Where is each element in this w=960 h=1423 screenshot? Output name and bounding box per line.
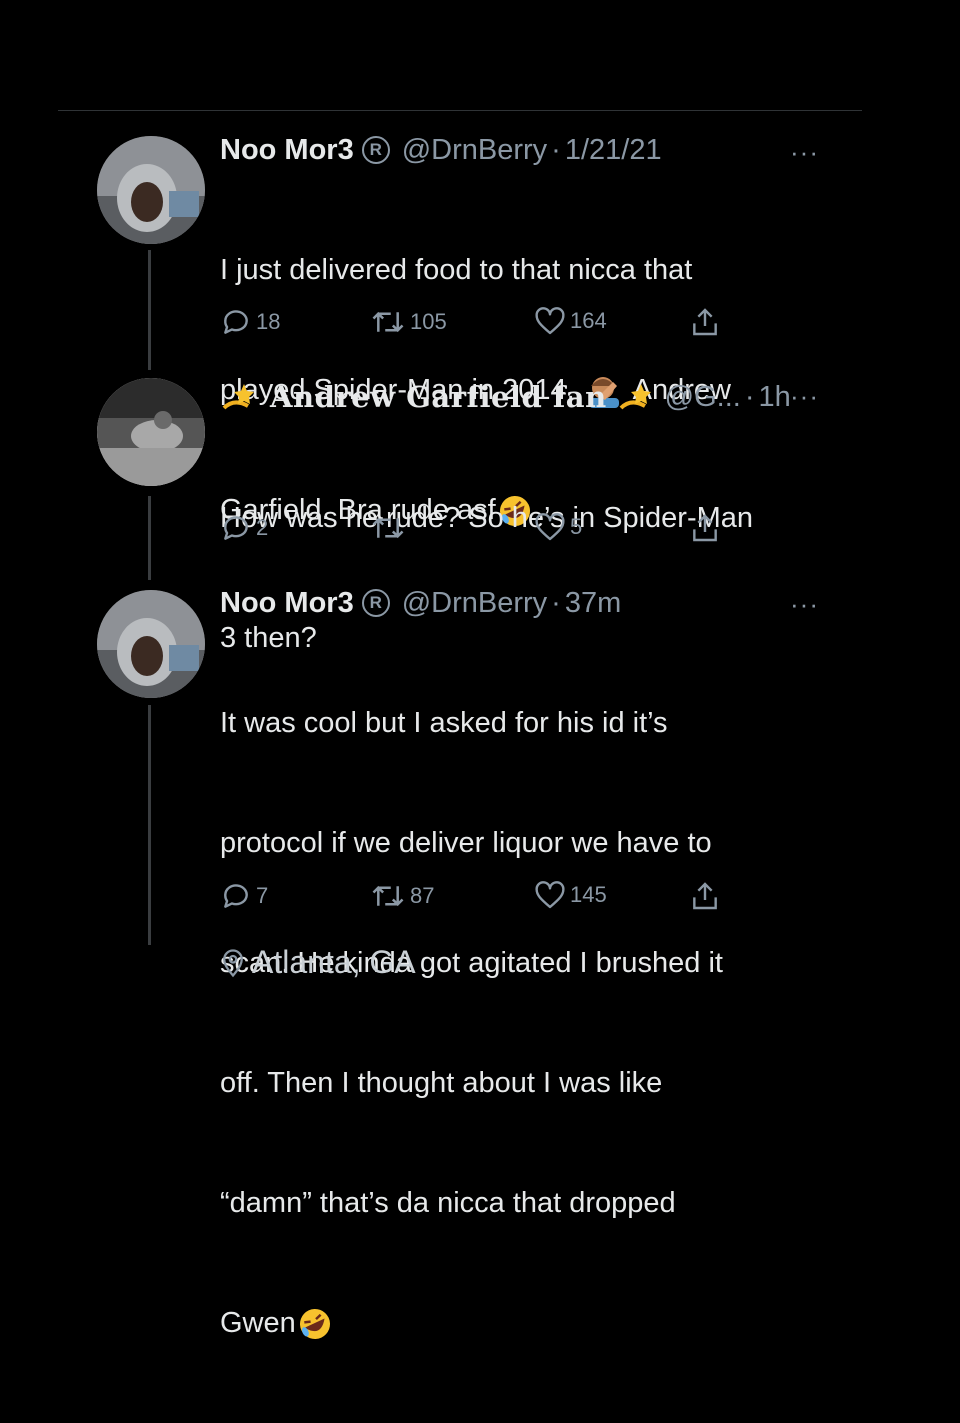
retweet-icon [372,517,404,539]
retweet-count: 87 [410,883,435,908]
reply-icon [224,516,248,540]
retweet-button[interactable]: 87 [370,880,434,912]
retweet-count: 105 [410,309,447,334]
like-button[interactable]: 164 [534,306,607,336]
reply-icon [224,310,248,334]
share-icon [693,308,717,336]
share-button[interactable] [690,880,720,912]
registered-badge-icon: R [361,589,390,617]
thread-line [148,705,151,945]
reply-count: 7 [256,883,269,908]
separator: · [551,587,561,619]
like-button[interactable]: 145 [534,880,607,910]
tweet-actions: 18 105 164 [220,306,740,342]
tweet-text-line: It was cool but I asked for his id it’s [220,707,668,739]
separator: · [744,381,755,413]
reply-button[interactable]: 18 [220,306,280,338]
separator: · [551,134,561,166]
tweet-text-line: “damn” that’s da nicca that dropped [220,1187,676,1219]
like-count: 164 [570,308,607,333]
avatar[interactable] [97,590,205,698]
tweet-header: Andrew Garfield fan @G... · 1h [220,378,830,416]
tweet-header: Noo Mor3 R @DrnBerry · 37m [220,585,830,621]
avatar[interactable] [97,136,205,244]
reply-icon [224,884,248,908]
display-name[interactable]: Noo Mor3 [220,132,354,168]
tweet-text: It was cool but I asked for his id it’s … [220,623,830,1423]
thread-line [148,250,151,370]
like-count: 145 [570,882,607,907]
handle[interactable]: @DrnBerry [402,585,547,621]
like-count: 5 [570,514,583,539]
display-name[interactable]: Andrew Garfield fan [270,379,607,415]
tweet-text-line: I just delivered food to that nicca that [220,254,693,286]
reply-button[interactable]: 7 [220,880,268,912]
dizzy-emoji-icon [222,384,254,410]
like-button[interactable]: 5 [534,512,582,542]
share-button[interactable] [690,512,720,544]
rofl-emoji-icon [299,1309,330,1340]
reply-count: 2 [256,515,269,540]
share-icon [693,514,717,542]
thread-line [148,496,151,580]
location-pin-icon [223,948,243,977]
registered-badge-icon: R [361,136,390,164]
tweet-text-line: protocol if we deliver liquor we have to [220,827,712,859]
top-divider [58,110,862,111]
share-button[interactable] [690,306,720,338]
retweet-icon [372,311,404,333]
heart-icon [535,513,565,541]
reply-button[interactable]: 2 [220,512,268,544]
tweet-text-line: Gwen [220,1303,830,1343]
handle[interactable]: @DrnBerry [402,132,547,168]
dizzy-emoji-icon [619,384,651,410]
timestamp[interactable]: 37m [565,585,621,621]
share-icon [693,882,717,910]
display-name[interactable]: Noo Mor3 [220,585,354,621]
more-options-button[interactable]: ··· [790,139,819,165]
tweet-text-fragment: Gwen [220,1307,296,1339]
heart-icon [535,881,565,909]
avatar[interactable] [97,378,205,486]
location-tag[interactable]: Atlanta, GA [220,944,416,981]
handle[interactable]: @G... [665,379,741,415]
location-text: Atlanta, GA [252,944,416,980]
tweet[interactable]: Noo Mor3 R @DrnBerry · 37m It was cool b… [220,585,830,1423]
tweet-header: Noo Mor3 R @DrnBerry · 1/21/21 [220,132,830,168]
more-options-button[interactable]: ··· [790,591,819,617]
more-options-button[interactable]: ··· [790,383,819,409]
retweet-button[interactable]: 105 [370,306,447,338]
tweet-text-line: off. Then I thought about I was like [220,1067,663,1099]
retweet-icon [372,885,404,907]
timestamp[interactable]: 1/21/21 [565,132,662,168]
tweet-actions: 7 87 145 [220,880,740,916]
retweet-button[interactable] [370,512,406,544]
heart-icon [535,307,565,335]
tweet-actions: 2 5 [220,512,740,548]
timestamp[interactable]: 1h [759,379,791,415]
reply-count: 18 [256,309,281,334]
